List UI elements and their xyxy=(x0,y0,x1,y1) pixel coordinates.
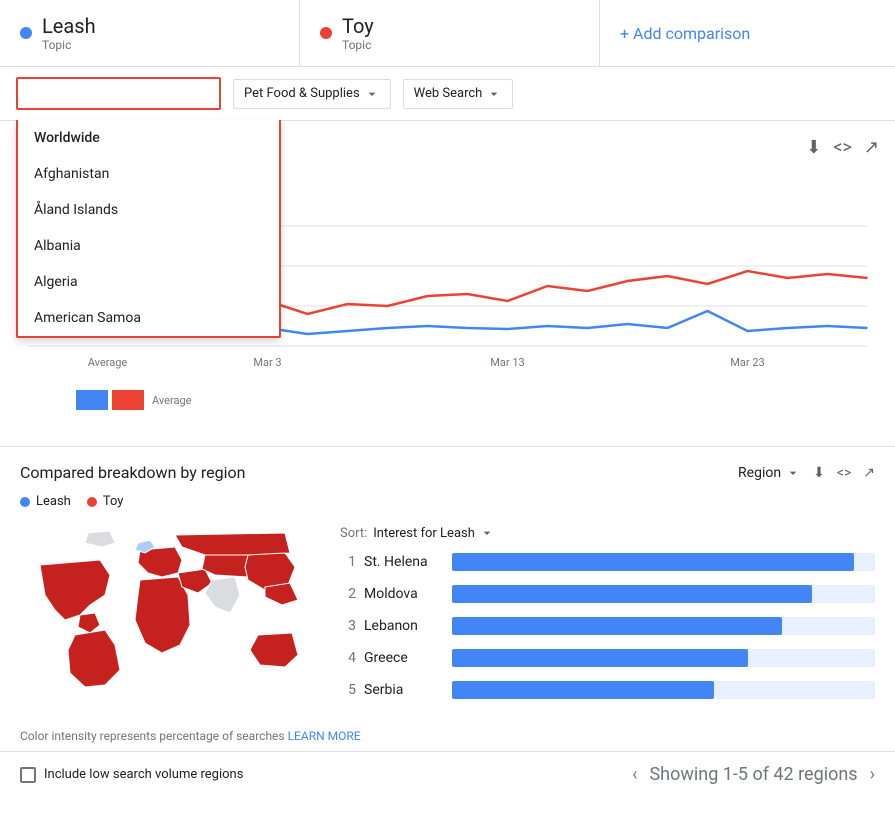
main-section: Pet Food & Supplies Web Search Worldwide… xyxy=(0,67,895,430)
search-type-dropdown[interactable]: Web Search xyxy=(403,79,514,109)
breakdown-share-icon[interactable]: ↗ xyxy=(863,465,875,481)
legend-bar-blue xyxy=(76,390,108,410)
breakdown-download-icon[interactable]: ⬇ xyxy=(813,465,825,481)
legend-leash-dot xyxy=(20,497,30,507)
rank-bar xyxy=(452,649,748,667)
svg-text:Average: Average xyxy=(88,356,128,369)
geo-dropdown[interactable] xyxy=(16,77,221,110)
geo-option-algeria[interactable]: Algeria xyxy=(18,264,279,300)
color-note: Color intensity represents percentage of… xyxy=(0,729,895,751)
region-dropdown[interactable]: Region xyxy=(738,465,801,481)
table-row: 4 Greece xyxy=(340,649,875,667)
geo-option-albania[interactable]: Albania xyxy=(18,228,279,264)
rank-number: 2 xyxy=(340,586,356,602)
low-volume-row: Include low search volume regions xyxy=(20,767,243,783)
rank-bar-container xyxy=(452,681,875,699)
pagination-label: Showing 1-5 of 42 regions xyxy=(649,764,857,785)
legend-label: Average xyxy=(152,394,192,407)
leash-dot xyxy=(20,27,32,39)
leash-sub: Topic xyxy=(42,38,96,52)
geo-option-afghanistan[interactable]: Afghanistan xyxy=(18,156,279,192)
color-note-text: Color intensity represents percentage of… xyxy=(20,729,285,743)
legend-leash-label: Leash xyxy=(36,494,71,509)
sort-value-dropdown[interactable]: Interest for Leash xyxy=(373,525,495,541)
rank-bar xyxy=(452,681,714,699)
leash-title: Leash xyxy=(42,14,96,38)
rank-number: 3 xyxy=(340,618,356,634)
rank-bar xyxy=(452,585,812,603)
region-label: Region xyxy=(738,465,781,481)
legend-toy: Toy xyxy=(87,494,124,509)
prev-page-icon[interactable]: ‹ xyxy=(632,764,637,785)
sort-value-label: Interest for Leash xyxy=(373,526,475,541)
sort-chevron-icon xyxy=(479,525,495,541)
toy-title: Toy xyxy=(342,14,374,38)
rank-bar-container xyxy=(452,585,875,603)
rank-name: St. Helena xyxy=(364,554,444,570)
legend-toy-label: Toy xyxy=(103,494,124,509)
sort-label: Sort: xyxy=(340,526,367,541)
region-chevron-icon xyxy=(785,465,801,481)
pagination: ‹ Showing 1-5 of 42 regions › xyxy=(632,764,875,785)
rank-bar xyxy=(452,553,854,571)
toy-dot xyxy=(320,27,332,39)
rank-number: 5 xyxy=(340,682,356,698)
next-page-icon[interactable]: › xyxy=(870,764,875,785)
toy-sub: Topic xyxy=(342,38,374,52)
geo-option-worldwide[interactable]: Worldwide xyxy=(18,120,279,156)
legend-leash: Leash xyxy=(20,494,71,509)
breakdown-body: Sort: Interest for Leash 1 St. Helena 2 … xyxy=(0,517,895,729)
rank-number: 1 xyxy=(340,554,356,570)
table-row: 3 Lebanon xyxy=(340,617,875,635)
sort-row: Sort: Interest for Leash xyxy=(340,525,875,541)
rank-name: Serbia xyxy=(364,682,444,698)
svg-text:Mar 3: Mar 3 xyxy=(253,356,281,369)
legend-row: Leash Toy xyxy=(0,490,895,517)
rank-bar xyxy=(452,617,782,635)
search-type-label: Web Search xyxy=(414,86,483,101)
legend-toy-dot xyxy=(87,497,97,507)
geo-option-aland[interactable]: Åland Islands xyxy=(18,192,279,228)
toy-chip-text: Toy Topic xyxy=(342,14,374,52)
add-comparison-button[interactable]: + Add comparison xyxy=(600,0,895,66)
rank-name: Greece xyxy=(364,650,444,666)
breakdown-header: Compared breakdown by region Region ⬇ <>… xyxy=(0,447,895,490)
svg-text:Mar 23: Mar 23 xyxy=(730,356,764,369)
low-volume-checkbox[interactable] xyxy=(20,767,36,783)
rank-number: 4 xyxy=(340,650,356,666)
category-label: Pet Food & Supplies xyxy=(244,86,360,101)
geo-option-american-samoa[interactable]: American Samoa xyxy=(18,300,279,336)
leash-chip-text: Leash Topic xyxy=(42,14,96,52)
rankings-area: Sort: Interest for Leash 1 St. Helena 2 … xyxy=(340,525,875,713)
rank-bar-container xyxy=(452,553,875,571)
category-dropdown[interactable]: Pet Food & Supplies xyxy=(233,79,391,109)
world-map xyxy=(20,525,310,705)
filter-bar: Pet Food & Supplies Web Search Worldwide… xyxy=(0,67,895,121)
topic-chip-toy: Toy Topic xyxy=(300,0,600,66)
share-icon[interactable]: ↗ xyxy=(864,137,879,158)
header-bar: Leash Topic Toy Topic + Add comparison xyxy=(0,0,895,67)
table-row: 2 Moldova xyxy=(340,585,875,603)
map-area xyxy=(20,525,320,713)
rank-name: Moldova xyxy=(364,586,444,602)
rank-bar-container xyxy=(452,617,875,635)
breakdown-controls: Region ⬇ <> ↗ xyxy=(738,465,875,481)
rank-name: Lebanon xyxy=(364,618,444,634)
download-icon[interactable]: ⬇ xyxy=(806,137,821,158)
geo-dropdown-list: Worldwide Afghanistan Åland Islands Alba… xyxy=(16,120,281,338)
embed-icon[interactable]: <> xyxy=(833,137,852,158)
svg-text:Mar 13: Mar 13 xyxy=(490,356,524,369)
table-row: 5 Serbia xyxy=(340,681,875,699)
topic-chip-leash: Leash Topic xyxy=(0,0,300,66)
table-row: 1 St. Helena xyxy=(340,553,875,571)
geo-search-input[interactable] xyxy=(28,85,209,101)
low-volume-label: Include low search volume regions xyxy=(44,767,243,782)
rank-bar-container xyxy=(452,649,875,667)
legend-bar-red xyxy=(112,390,144,410)
breakdown-footer: Include low search volume regions ‹ Show… xyxy=(0,751,895,797)
learn-more-link[interactable]: LEARN MORE xyxy=(288,729,361,743)
breakdown-title: Compared breakdown by region xyxy=(20,463,245,482)
bottom-section: Compared breakdown by region Region ⬇ <>… xyxy=(0,446,895,797)
breakdown-embed-icon[interactable]: <> xyxy=(837,465,851,481)
